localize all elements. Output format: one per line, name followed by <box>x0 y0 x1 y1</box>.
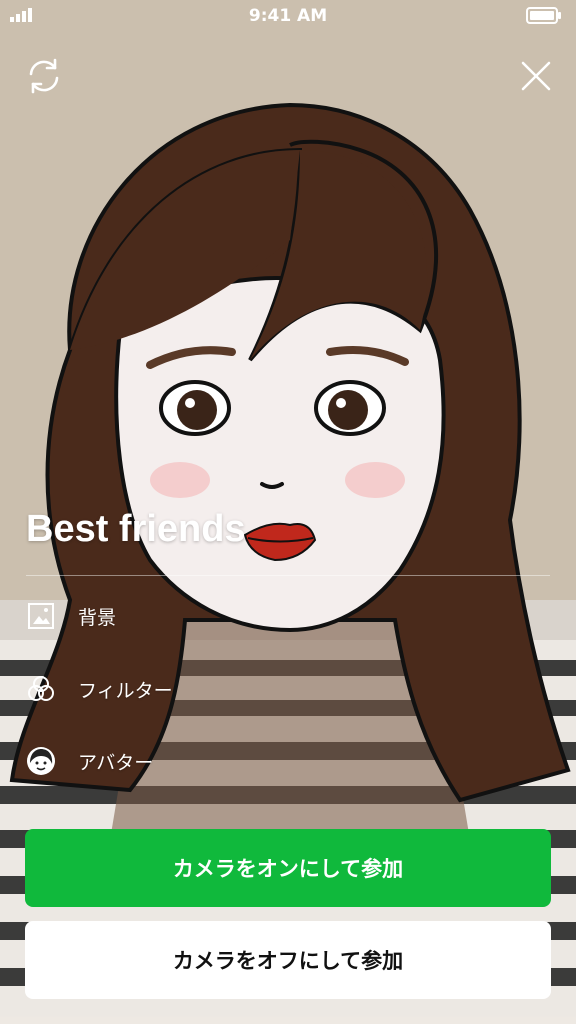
filter-circles-icon <box>26 674 56 704</box>
join-camera-off-button[interactable]: カメラをオフにして参加 <box>25 921 551 999</box>
divider <box>26 575 550 576</box>
switch-camera-icon[interactable] <box>24 56 64 96</box>
join-camera-on-label: カメラをオンにして参加 <box>172 857 404 881</box>
join-camera-off-label: カメラをオフにして参加 <box>172 949 404 973</box>
status-time: 9:41 AM <box>248 6 328 26</box>
status-bar: 9:41 AM <box>0 0 576 32</box>
option-filter-label: フィルター <box>78 679 173 702</box>
image-icon <box>26 601 56 631</box>
option-background[interactable]: 背景 <box>26 594 116 638</box>
avatar-face-icon <box>26 746 56 776</box>
option-avatar[interactable]: アバター <box>26 739 153 783</box>
close-icon[interactable] <box>516 56 556 96</box>
battery-icon <box>526 7 561 24</box>
option-avatar-label: アバター <box>78 751 154 774</box>
option-filter[interactable]: フィルター <box>26 667 173 711</box>
room-title: Best friends <box>26 508 246 550</box>
join-camera-on-button[interactable]: カメラをオンにして参加 <box>25 829 551 907</box>
option-background-label: 背景 <box>78 606 117 629</box>
